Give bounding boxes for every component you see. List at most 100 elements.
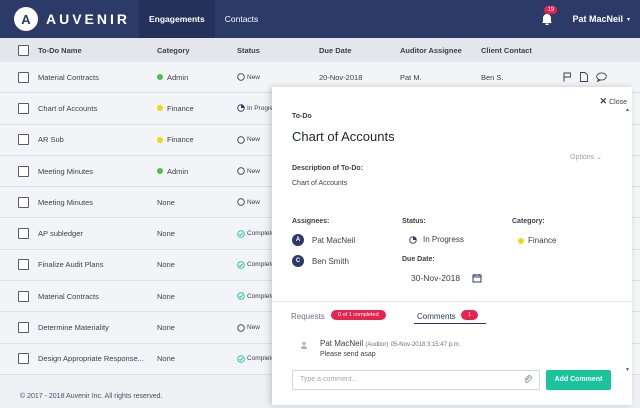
divider [272,301,632,302]
category-text: None [157,229,175,239]
add-comment-button[interactable]: Add Comment [546,370,611,390]
row-checkbox[interactable] [18,102,29,114]
category-cell[interactable]: None [157,260,237,269]
row-checkbox[interactable] [18,71,29,83]
calendar-icon[interactable] [472,273,482,283]
comment-role: (Auditor) [365,342,389,348]
assignee-item[interactable]: A Pat MacNeil [292,234,355,246]
description-text[interactable]: Chart of Accounts [292,180,347,187]
due-date-picker[interactable]: 30-Nov-2018 [411,273,482,283]
avatar: C [292,255,304,267]
category-cell[interactable]: None [157,292,237,301]
scroll-up-arrow-icon[interactable]: ▲ [625,107,630,113]
client-cell[interactable]: Ben S. [481,73,561,82]
category-cell[interactable]: Finance [157,135,237,144]
status-in-progress-icon [237,104,245,113]
todo-name[interactable]: Finalize Audit Plans [38,260,157,269]
column-header-name[interactable]: To-Do Name [38,46,157,55]
scroll-down-arrow-icon[interactable]: ▼ [625,367,630,373]
row-checkbox[interactable] [18,134,29,146]
category-cell[interactable]: None [157,198,237,207]
status-text: New [247,324,261,332]
status-selector[interactable]: In Progress [409,235,464,244]
todo-name[interactable]: AP subledger [38,229,157,238]
close-button[interactable]: ✕ Close [600,96,627,107]
status-complete-icon [237,229,245,238]
todo-title[interactable]: Chart of Accounts [292,129,395,144]
tab-requests[interactable]: Requests [291,312,325,321]
todo-name[interactable]: Determine Materiality [38,323,157,332]
todo-name[interactable]: Meeting Minutes [38,167,157,176]
requests-label: Requests [291,312,325,321]
tab-contacts[interactable]: Contacts [215,0,269,38]
column-header-category[interactable]: Category [157,46,237,55]
todo-name[interactable]: AR Sub [38,135,157,144]
status-text: New [247,73,261,81]
category-value: Finance [528,236,557,245]
comment-input[interactable]: Type a comment... [292,370,540,390]
row-checkbox[interactable] [18,322,29,334]
user-menu[interactable]: Pat MacNeil [572,14,623,24]
category-selector[interactable]: Finance [518,236,556,245]
chevron-down-icon[interactable]: ▾ [627,16,630,23]
due-date-cell[interactable]: 20-Nov-2018 [319,73,400,82]
column-header-due-date[interactable]: Due Date [319,46,400,55]
todo-name[interactable]: Design Appropriate Response... [38,354,157,363]
due-date-value: 30-Nov-2018 [411,273,461,283]
comment-timestamp: 05-Nov-2018 3:15:47 p.m. [390,342,461,348]
flag-icon[interactable] [563,72,572,82]
category-cell[interactable]: None [157,229,237,238]
todo-name[interactable]: Chart of Accounts [38,104,157,113]
category-cell[interactable]: Admin [157,167,237,176]
comments-label: Comments [417,312,456,321]
assignee-item[interactable]: C Ben Smith [292,255,349,267]
document-icon[interactable] [580,72,588,83]
options-dropdown[interactable]: Options ⌄ [570,153,602,161]
status-text: Complete [247,230,275,238]
column-header-client[interactable]: Client Contact [481,46,561,55]
column-header-status[interactable]: Status [237,46,319,55]
category-cell[interactable]: Admin [157,73,237,82]
row-checkbox[interactable] [18,165,29,177]
row-checkbox[interactable] [18,196,29,208]
todo-name[interactable]: Meeting Minutes [38,198,157,207]
user-area: 19 Pat MacNeil ▾ [540,0,630,38]
category-color-dot [157,74,163,81]
status-text: Complete [247,292,275,300]
category-cell[interactable]: None [157,354,237,363]
todo-name[interactable]: Material Contracts [38,73,157,82]
category-text: None [157,323,175,333]
auvenir-logo[interactable]: A AUVENIR [14,7,139,31]
comment-icon[interactable] [596,72,607,83]
attachment-icon[interactable] [523,375,533,385]
category-cell[interactable]: None [157,323,237,332]
notifications-bell-icon[interactable]: 19 [540,6,558,26]
status-text: Complete [247,355,275,363]
category-label: Category: [512,218,545,225]
row-checkbox[interactable] [18,228,29,240]
status-text: New [247,167,261,175]
section-label: To-Do [292,113,312,120]
row-checkbox[interactable] [18,290,29,302]
column-header-auditor[interactable]: Auditor Assignee [400,46,481,55]
logo-wordmark: AUVENIR [46,11,131,27]
status-new-icon [237,323,245,332]
status-cell[interactable]: New [237,73,319,81]
assignees-label: Assignees: [292,218,330,225]
category-cell[interactable]: Finance [157,104,237,113]
chevron-down-icon: ⌄ [596,154,602,161]
logo-mark: A [14,7,38,31]
requests-progress-badge: 0 of 1 completed [331,310,386,320]
category-text: None [157,260,175,270]
tab-comments[interactable]: Comments 1 [414,309,486,324]
row-checkbox[interactable] [18,353,29,365]
comments-count-badge: 1 [461,310,479,320]
todo-name[interactable]: Material Contracts [38,292,157,301]
category-color-dot [157,168,163,175]
auditor-cell[interactable]: Pat M. [400,73,481,82]
close-icon: ✕ [599,96,608,106]
select-all-checkbox[interactable] [18,44,29,56]
comment-input-placeholder: Type a comment... [300,376,358,383]
tab-engagements[interactable]: Engagements [139,0,215,38]
row-checkbox[interactable] [18,259,29,271]
